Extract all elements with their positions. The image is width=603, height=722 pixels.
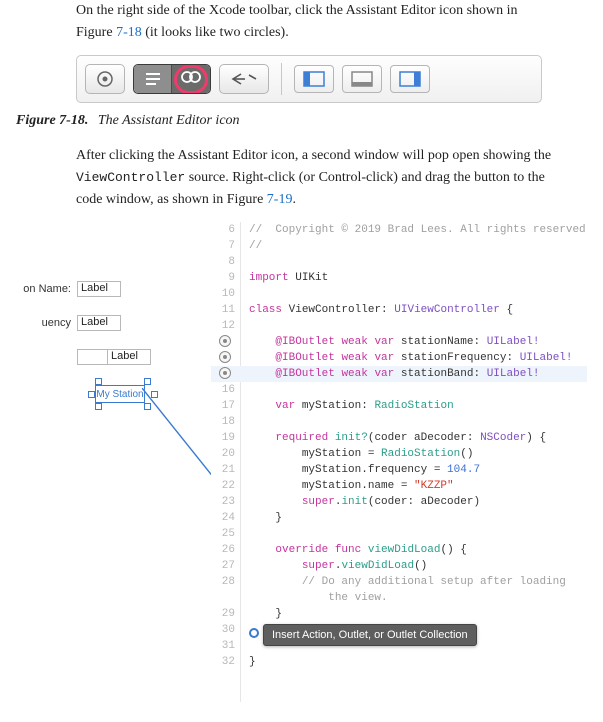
ib-field-band: Label	[16, 346, 196, 368]
code-line: @IBOutlet weak var stationName: UILabel!	[211, 334, 587, 350]
source-editor: 6// Copyright © 2019 Brad Lees. All righ…	[211, 222, 587, 702]
code-line: 19 required init?(coder aDecoder: NSCode…	[211, 430, 587, 446]
code-line: 26 override func viewDidLoad() {	[211, 542, 587, 558]
code-line: 28 // Do any additional setup after load…	[211, 574, 587, 590]
code-line: 10	[211, 286, 587, 302]
ib-label: uency	[16, 317, 71, 329]
ib-button-label: My Station	[95, 385, 145, 403]
insert-outlet-tooltip: Insert Action, Outlet, or Outlet Collect…	[263, 624, 477, 646]
code-line: the view.	[211, 590, 587, 606]
two-circles-icon	[179, 70, 203, 84]
outlet-connection-icon	[219, 367, 231, 379]
ib-label: on Name:	[16, 283, 71, 295]
history-nav-button	[219, 64, 269, 94]
p2-prefix: After clicking the Assistant Editor icon…	[76, 148, 551, 163]
bottom-pane-icon	[351, 71, 373, 87]
code-line: 23 super.init(coder: aDecoder)	[211, 494, 587, 510]
code-line: 16	[211, 382, 587, 398]
code-line: 29 }	[211, 606, 587, 622]
figure-caption-text: The Assistant Editor icon	[98, 113, 240, 128]
ib-value-partial	[77, 349, 107, 365]
figure-caption: Figure 7-18. The Assistant Editor icon	[16, 113, 587, 129]
outlet-connection-icon	[219, 335, 231, 347]
ib-selected-button: My Station	[88, 378, 158, 410]
xcode-toolbar	[76, 55, 542, 103]
ib-value: Label	[77, 315, 121, 331]
run-button	[85, 64, 125, 94]
ib-field-station-name: on Name: Label	[16, 278, 196, 300]
figure-ref-7-18[interactable]: 7-18	[116, 25, 142, 40]
toolbar-divider	[281, 63, 282, 95]
interface-builder-panel: on Name: Label uency Label Label	[16, 278, 196, 380]
code-line: 6// Copyright © 2019 Brad Lees. All righ…	[211, 222, 587, 238]
figure-caption-label: Figure 7-18.	[16, 113, 88, 128]
code-line: 12	[211, 318, 587, 334]
code-line: 25	[211, 526, 587, 542]
code-line: 8	[211, 254, 587, 270]
assistant-editor-screenshot: on Name: Label uency Label Label My Stat…	[16, 222, 587, 702]
right-pane-icon	[399, 71, 421, 87]
intro-paragraph-2: After clicking the Assistant Editor icon…	[76, 145, 556, 210]
intro-paragraph-1: On the right side of the Xcode toolbar, …	[76, 0, 556, 43]
left-pane-icon	[303, 71, 325, 87]
lines-icon	[144, 72, 162, 86]
code-line: 9import UIKit	[211, 270, 587, 286]
outlet-connection-icon	[219, 351, 231, 363]
code-line: 20 myStation = RadioStation()	[211, 446, 587, 462]
back-forward-icon	[229, 72, 259, 86]
code-line-highlighted: @IBOutlet weak var stationBand: UILabel!	[211, 366, 587, 382]
ib-value: Label	[77, 281, 121, 297]
code-line: 22 myStation.name = "KZZP"	[211, 478, 587, 494]
code-line: 21 myStation.frequency = 104.7	[211, 462, 587, 478]
code-line: 11class ViewController: UIViewController…	[211, 302, 587, 318]
assistant-editor-button	[172, 65, 210, 93]
target-icon	[96, 70, 114, 88]
code-line: 7//	[211, 238, 587, 254]
ib-field-frequency: uency Label	[16, 312, 196, 334]
p2-suffix: .	[292, 192, 296, 207]
code-line: 24 }	[211, 510, 587, 526]
navigator-pane-button	[294, 65, 334, 93]
standard-editor-button	[134, 65, 172, 93]
highlight-ring	[174, 65, 208, 94]
resize-handle	[88, 391, 95, 398]
ib-value: Label	[107, 349, 151, 365]
code-line: 17 var myStation: RadioStation	[211, 398, 587, 414]
code-line: 27 super.viewDidLoad()	[211, 558, 587, 574]
code-line: @IBOutlet weak var stationFrequency: UIL…	[211, 350, 587, 366]
toolbar-figure	[76, 55, 587, 103]
utilities-pane-button	[390, 65, 430, 93]
p1-suffix: (it looks like two circles).	[142, 25, 289, 40]
code-line: 18	[211, 414, 587, 430]
editor-mode-segment	[133, 64, 211, 94]
figure-ref-7-19[interactable]: 7-19	[267, 192, 293, 207]
p2-code: ViewController	[76, 170, 185, 185]
debug-pane-button	[342, 65, 382, 93]
code-line: 32}	[211, 654, 587, 670]
resize-handle	[151, 391, 158, 398]
